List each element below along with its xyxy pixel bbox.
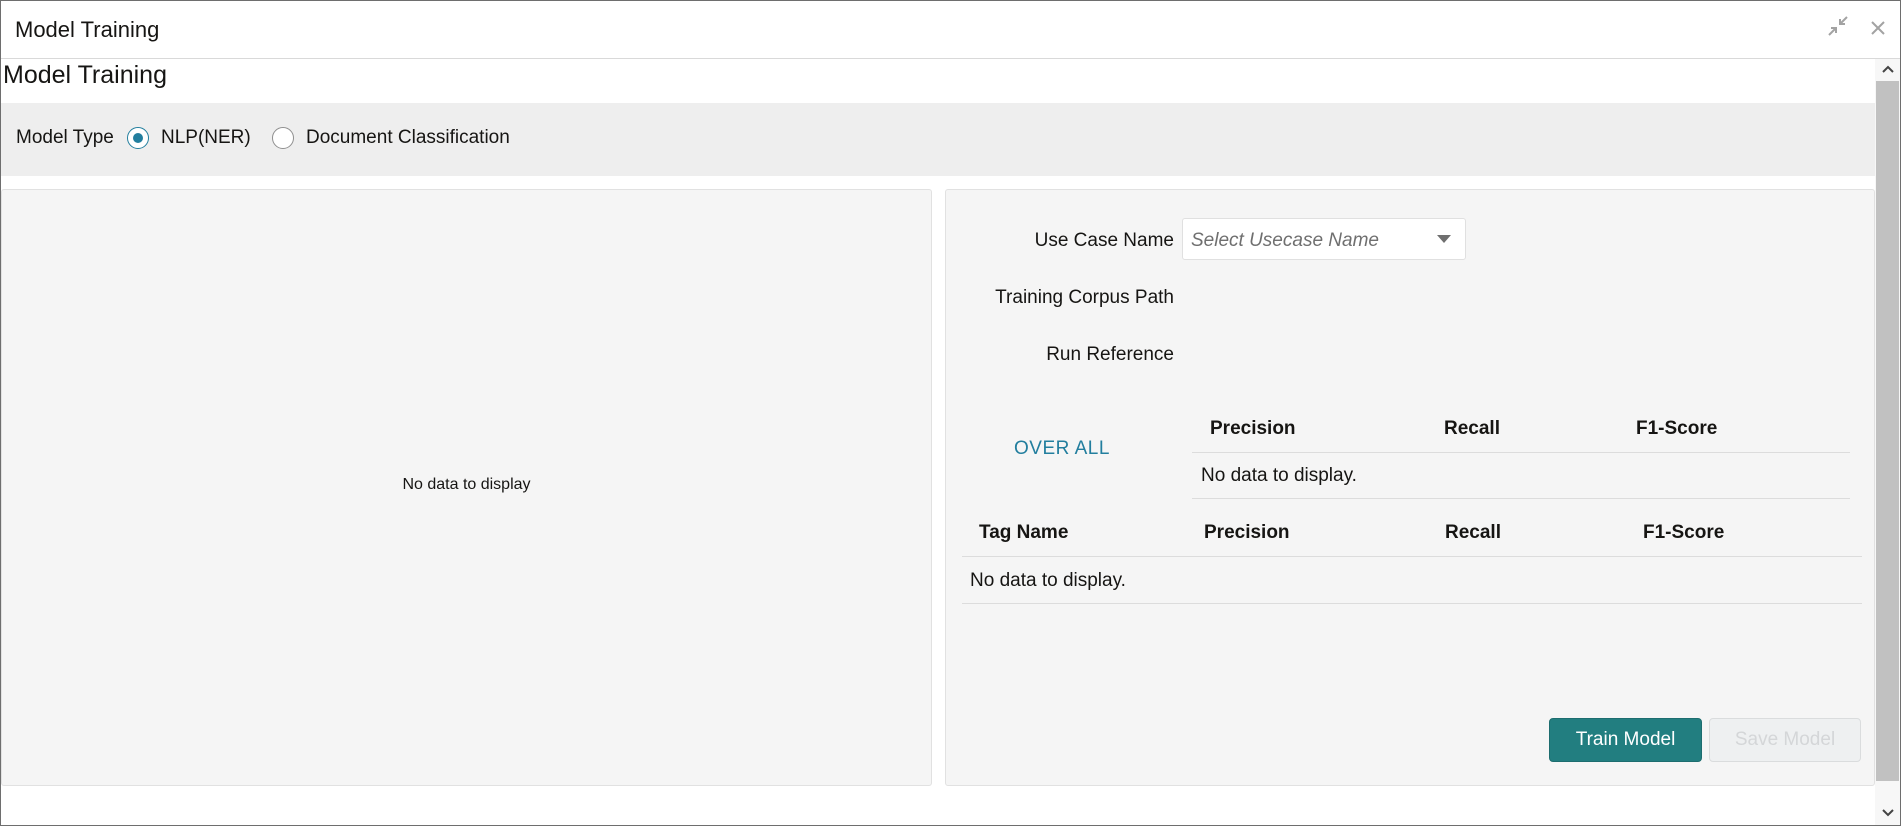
tag-f1-header: F1-Score	[1643, 522, 1725, 543]
left-data-panel: No data to display	[1, 189, 932, 786]
tag-precision-header: Precision	[1204, 522, 1290, 543]
vertical-scrollbar[interactable]	[1875, 59, 1900, 825]
close-icon[interactable]	[1864, 15, 1892, 43]
page-title: Model Training	[3, 61, 167, 89]
collapse-arrows-icon[interactable]	[1824, 15, 1852, 43]
radio-document-classification-label: Document Classification	[306, 127, 510, 148]
overall-recall-header: Recall	[1444, 418, 1500, 439]
radio-nlp-ner-label: NLP(NER)	[161, 127, 251, 148]
dialog-content: Model Training Model Type NLP(NER) Docum…	[1, 59, 1875, 825]
left-panel-empty-text: No data to display	[402, 476, 531, 493]
overall-precision-header: Precision	[1210, 418, 1296, 439]
radio-document-classification[interactable]: Document Classification	[272, 124, 510, 152]
model-training-window: Model Training Model Training Model Type…	[0, 0, 1901, 826]
tag-name-header: Tag Name	[979, 522, 1069, 543]
train-model-button[interactable]: Train Model	[1549, 718, 1702, 762]
overall-empty-text: No data to display.	[1201, 465, 1357, 486]
close-x-svg	[1871, 21, 1885, 35]
tag-empty-text: No data to display.	[970, 570, 1126, 591]
tag-recall-header: Recall	[1445, 522, 1501, 543]
window-titlebar: Model Training	[1, 1, 1900, 59]
scrollbar-thumb[interactable]	[1876, 81, 1899, 781]
radio-nlp-ner[interactable]: NLP(NER)	[127, 124, 251, 152]
training-corpus-path-label: Training Corpus Path	[995, 287, 1174, 308]
save-model-button[interactable]: Save Model	[1709, 718, 1861, 762]
right-form-panel: Use Case Name Select Usecase Name Traini…	[945, 189, 1875, 786]
overall-label[interactable]: OVER ALL	[1014, 438, 1110, 460]
scroll-down-svg	[1881, 809, 1894, 817]
model-type-bar: Model Type NLP(NER) Document Classificat…	[1, 103, 1875, 176]
overall-header-divider	[1192, 452, 1850, 453]
tag-header-divider	[962, 556, 1862, 557]
radio-unchecked-icon	[272, 127, 294, 149]
tag-row-divider	[962, 603, 1862, 604]
window-title: Model Training	[15, 17, 160, 42]
model-type-label: Model Type	[16, 127, 114, 148]
scroll-down-icon[interactable]	[1875, 803, 1900, 825]
chevron-down-icon	[1437, 235, 1451, 243]
use-case-select[interactable]: Select Usecase Name	[1182, 218, 1466, 260]
radio-checked-icon	[127, 127, 149, 149]
overall-f1-header: F1-Score	[1636, 418, 1718, 439]
scroll-up-icon[interactable]	[1875, 59, 1900, 81]
run-reference-label: Run Reference	[1046, 344, 1174, 365]
use-case-name-label: Use Case Name	[1034, 230, 1174, 251]
use-case-placeholder: Select Usecase Name	[1191, 230, 1379, 251]
overall-row-divider	[1192, 498, 1850, 499]
collapse-arrows-svg	[1828, 16, 1848, 36]
scroll-up-svg	[1881, 65, 1894, 73]
